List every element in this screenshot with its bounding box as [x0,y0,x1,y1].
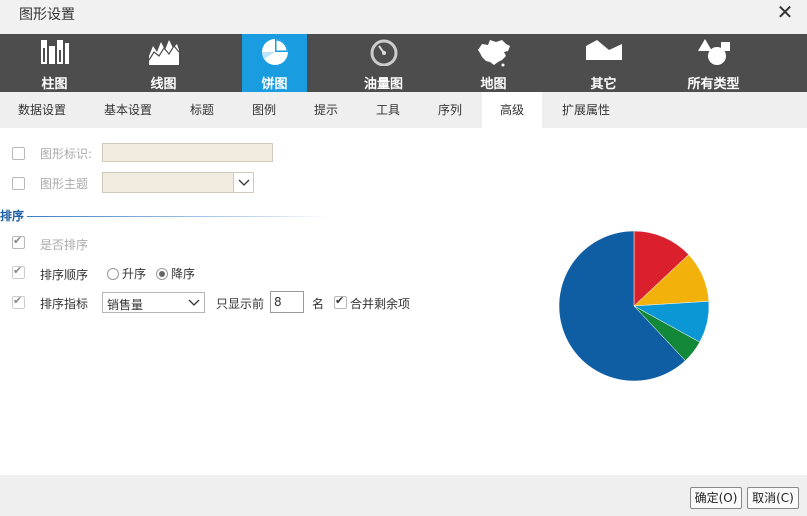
chart-type-label: 饼图 [261,77,288,92]
pie-chart-preview [558,230,710,382]
chart-type-line[interactable]: 线图 [122,34,205,92]
is-sort-checkbox[interactable] [12,234,25,249]
other-chart-icon [585,40,622,60]
map-chart-icon [477,40,510,67]
chart-type-label: 柱图 [41,77,68,92]
merge-rest-checkbox[interactable] [334,294,347,309]
window-title: 图形设置 [19,7,75,23]
gauge-chart-icon [370,39,397,66]
sort-desc-label: 降序 [171,267,196,281]
sort-metric-checkbox[interactable] [12,294,25,309]
chart-theme-checkbox[interactable] [12,177,25,190]
chart-type-gauge[interactable]: 油量图 [342,34,425,92]
section-divider [27,216,327,217]
tab-legend[interactable]: 图例 [238,92,290,128]
chevron-down-icon [238,179,250,186]
tab-basic-settings[interactable]: 基本设置 [90,92,166,128]
sort-metric-value: 销售量 [107,298,144,312]
chart-type-toolbar: 柱图 线图 饼图 油量图 地图 其它 所有类型 [0,34,807,92]
chart-id-checkbox[interactable] [12,147,25,160]
is-sort-label: 是否排序 [40,238,89,252]
chart-type-label: 油量图 [363,77,403,92]
cancel-button[interactable]: 取消(C) [747,487,799,509]
chart-type-pie[interactable]: 饼图 [242,34,307,92]
show-top-label: 只显示前 [216,297,265,311]
show-top-input[interactable]: 8 [270,291,304,313]
chart-type-bar[interactable]: 柱图 [13,34,96,92]
line-chart-icon [147,40,179,65]
sort-desc-radio[interactable] [156,268,168,280]
pie-chart-icon [261,39,288,65]
merge-rest-label: 合并剩余项 [350,297,411,311]
sort-section-title: 排序 [0,209,25,223]
dialog-footer: 确定(O) 取消(C) [0,475,807,516]
tab-extended-properties[interactable]: 扩展属性 [552,92,620,128]
bar-chart-icon [40,40,69,64]
sort-metric-label: 排序指标 [40,297,89,311]
chevron-down-icon [188,299,200,306]
chart-id-label: 图形标识: [40,147,93,161]
chart-type-other[interactable]: 其它 [562,34,645,92]
all-types-icon [697,39,730,65]
tab-title[interactable]: 标题 [176,92,228,128]
chart-theme-select[interactable] [102,172,254,193]
sort-order-checkbox[interactable] [12,264,25,279]
sort-asc-radio[interactable] [107,268,119,280]
chart-type-label: 所有类型 [687,77,740,92]
chart-id-field[interactable] [102,143,273,162]
chart-type-label: 其它 [590,77,617,92]
sort-order-label: 排序顺序 [40,268,89,282]
chart-type-label: 地图 [480,77,507,92]
chart-type-all[interactable]: 所有类型 [672,34,755,92]
ok-button[interactable]: 确定(O) [690,487,742,509]
close-icon[interactable]: ✕ [774,1,796,23]
chart-theme-label: 图形主题 [40,177,89,191]
chart-theme-dropdown-button[interactable] [233,173,253,192]
settings-tabs: 数据设置 基本设置 标题 图例 提示 工具 序列 高级 扩展属性 [0,92,807,128]
chart-type-label: 线图 [150,77,177,92]
tab-tools[interactable]: 工具 [362,92,414,128]
chart-type-map[interactable]: 地图 [452,34,535,92]
tab-tooltip[interactable]: 提示 [300,92,352,128]
title-bar: 图形设置 ✕ [0,0,807,34]
sort-metric-select[interactable]: 销售量 [102,292,205,313]
show-top-unit: 名 [312,297,325,311]
sort-asc-label: 升序 [122,267,147,281]
tab-data-settings[interactable]: 数据设置 [4,92,80,128]
tab-series[interactable]: 序列 [424,92,476,128]
tab-advanced[interactable]: 高级 [482,92,542,128]
